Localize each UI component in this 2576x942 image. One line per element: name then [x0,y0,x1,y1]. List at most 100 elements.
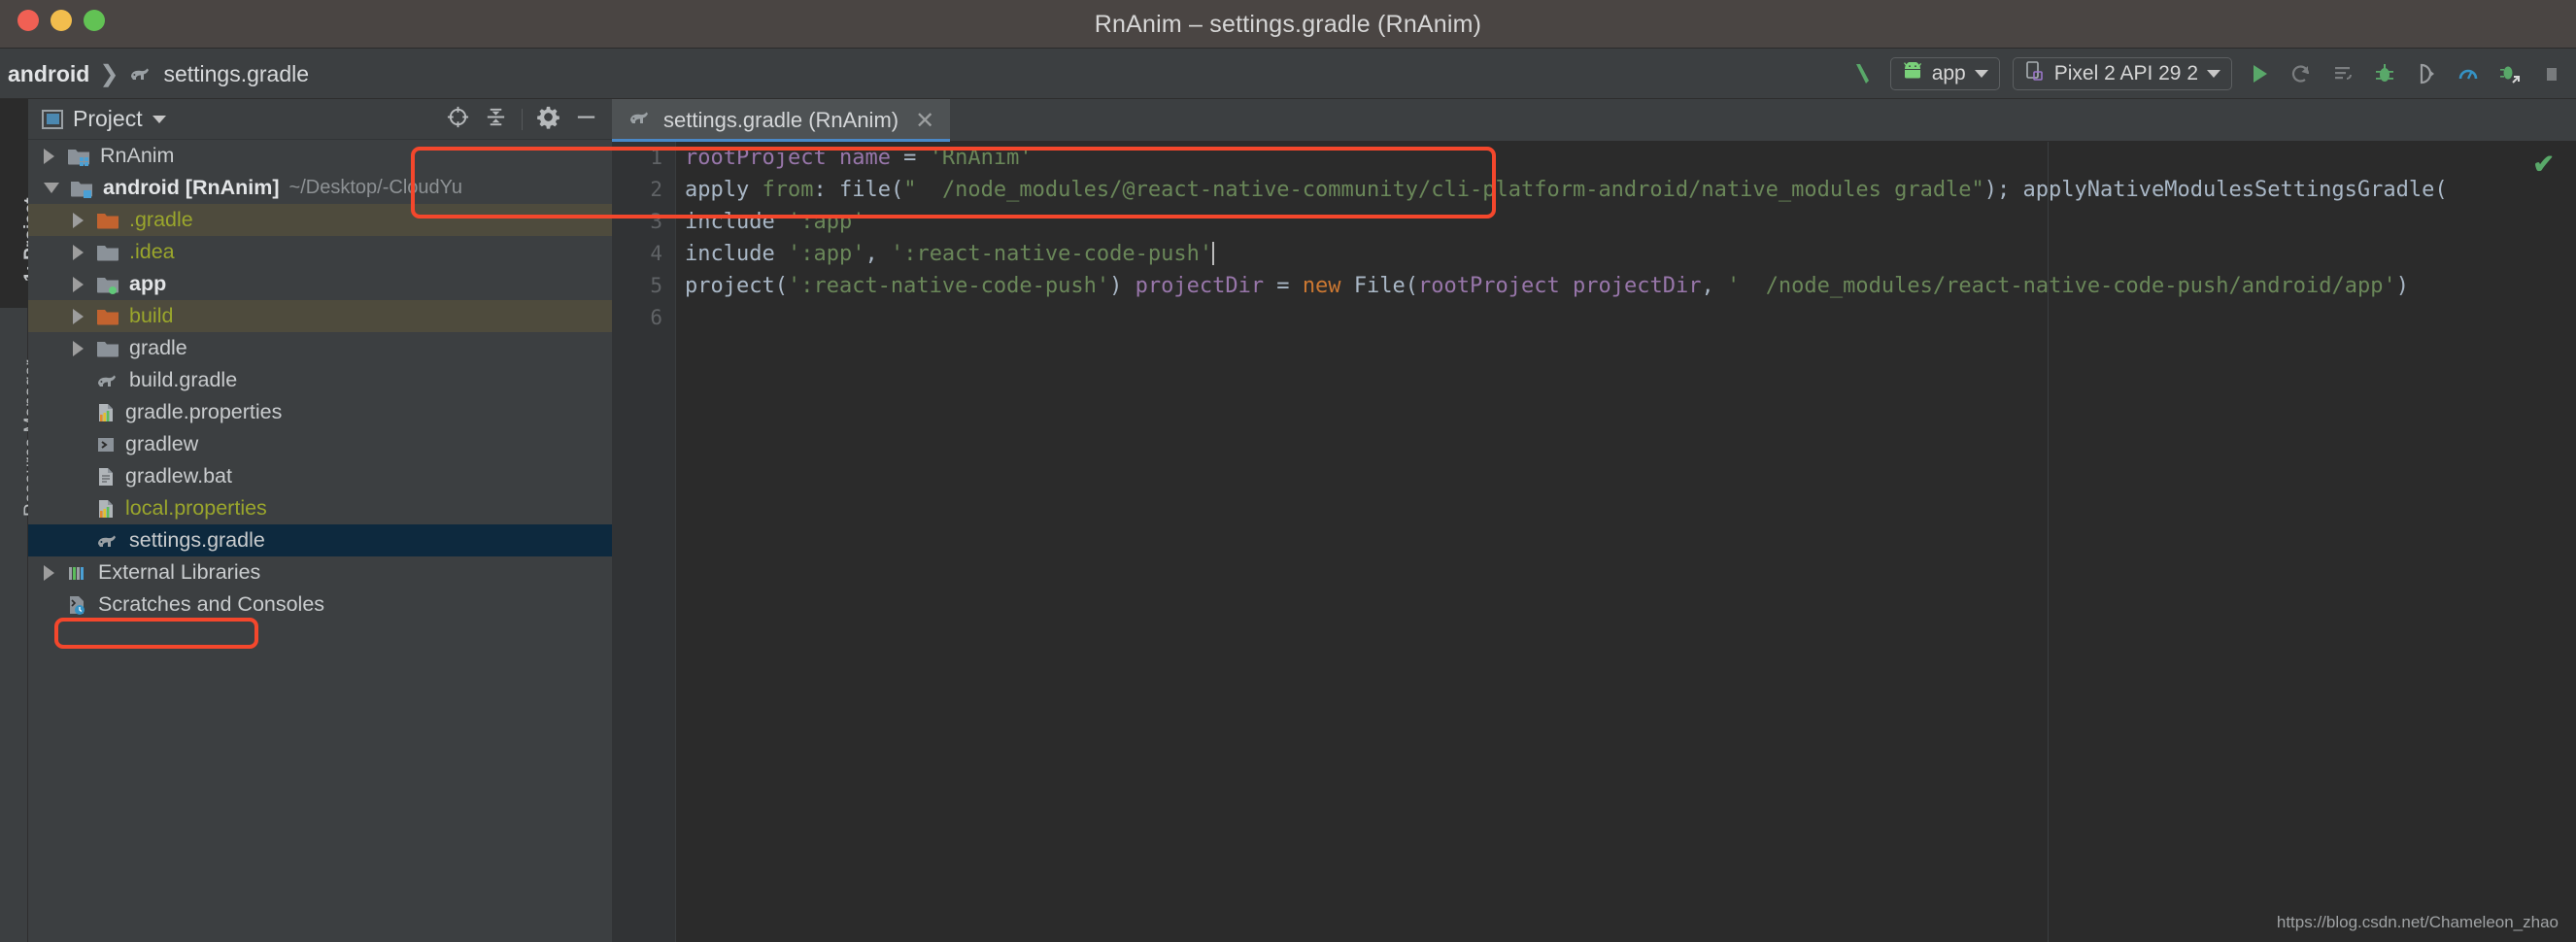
toolbar-divider [522,108,523,130]
tree-row-dot-gradle[interactable]: .gradle [28,204,612,236]
tree-row-build[interactable]: build [28,300,612,332]
breadcrumb-item-android[interactable]: android [8,61,89,87]
expand-arrow-icon[interactable] [73,308,84,324]
gradle-file-icon [95,370,120,391]
tree-row-label: local.properties [125,496,267,520]
editor-tab-label: settings.gradle (RnAnim) [663,108,899,132]
code-line-6[interactable] [685,302,2576,334]
module-selector-combo[interactable]: app [1889,57,2000,90]
code-token: projectDir [1573,274,1702,298]
tree-row-scratches-and-consoles[interactable]: Scratches and Consoles [28,589,612,621]
code-line-4[interactable]: include ':app', ':react-native-code-push… [685,238,2576,270]
tree-row-settings-gradle[interactable]: settings.gradle [28,524,612,556]
tree-row-label: External Libraries [98,560,261,584]
tree-row-android[interactable]: android [RnAnim] ~/Desktop/-CloudYu [28,172,612,204]
tree-row-external-libraries[interactable]: External Libraries [28,556,612,589]
tool-window-tab-project[interactable]: 1: Project [0,99,42,308]
expand-arrow-icon[interactable] [73,340,84,356]
tree-row-app[interactable]: app [28,268,612,300]
gradle-file-icon [95,530,120,552]
code-token: ' /node_modules/react-native-code-push/a… [1726,274,2396,298]
code-token: : [813,178,839,202]
line-number: 2 [650,178,662,201]
code-token: = [1264,274,1303,298]
editor-gutter[interactable]: 1 2 3 4 5 6 [612,142,676,942]
chevron-down-icon [152,115,166,123]
code-token: applyNativeModulesSettingsGradle( [2022,178,2448,202]
properties-file-icon [95,498,117,520]
editor-tab-strip: settings.gradle (RnAnim) ✕ [612,99,2576,142]
code-token: ); [1983,178,2023,202]
tree-row-build-gradle[interactable]: build.gradle [28,364,612,396]
code-line-3[interactable]: include ':app' [685,206,2576,238]
tree-row-label: Scratches and Consoles [98,592,325,616]
device-phone-icon [2024,60,2046,87]
expand-arrow-icon[interactable] [44,564,54,581]
project-panel-header: Project [28,99,612,140]
editor-tab-settings-gradle[interactable]: settings.gradle (RnAnim) ✕ [612,99,951,142]
tree-row-label: gradlew.bat [125,464,232,488]
tree-row-label: gradle [129,336,187,359]
project-panel-title: Project [73,106,143,131]
project-tool-window: Project RnAnim android [RnAnim] ~/Deskto… [28,99,612,942]
attach-debugger-button[interactable] [2412,59,2441,88]
collapse-arrow-icon[interactable] [44,183,59,193]
code-token: from [762,178,814,202]
code-token: name [838,146,891,170]
code-token: ( [774,274,788,298]
text-file-icon [95,466,117,488]
tree-row-label: build.gradle [129,368,238,391]
code-token: ( [890,178,904,202]
tree-row-dot-idea[interactable]: .idea [28,236,612,268]
close-tab-icon[interactable]: ✕ [915,107,934,135]
tree-row-gradlew-bat[interactable]: gradlew.bat [28,460,612,492]
device-selector-combo[interactable]: Pixel 2 API 29 2 [2012,57,2232,90]
window-title: RnAnim – settings.gradle (RnAnim) [1094,11,1482,38]
project-view-icon [42,109,63,129]
stop-button[interactable] [2537,59,2566,88]
run-with-coverage-button[interactable] [2495,59,2525,88]
code-line-2[interactable]: apply from: file(" /node_modules/@react-… [685,174,2576,206]
excluded-folder-icon [95,210,120,231]
tree-row-label: app [129,272,167,295]
code-line-5[interactable]: project(':react-native-code-push') proje… [685,270,2576,302]
settings-gear-icon[interactable] [536,105,560,134]
tree-row-label: .gradle [129,208,193,231]
expand-arrow-icon[interactable] [73,244,84,260]
select-opened-file-icon[interactable] [446,105,470,134]
gradle-file-icon [128,64,153,84]
apply-changes-button[interactable] [2287,59,2316,88]
debug-button[interactable] [2370,59,2399,88]
shell-script-icon [95,434,117,455]
tree-row-gradle[interactable]: gradle [28,332,612,364]
code-token: , [864,242,891,266]
code-line-1[interactable]: rootProject name = 'RnAnim' [685,142,2576,174]
run-button[interactable] [2245,59,2274,88]
profiler-button[interactable] [2454,59,2483,88]
collapse-all-icon[interactable] [484,105,508,134]
expand-arrow-icon[interactable] [73,212,84,228]
code-token: ':react-native-code-push' [890,242,1213,266]
tree-row-gradle-properties[interactable]: gradle.properties [28,396,612,428]
scratches-icon [66,594,89,616]
build-hammer-icon[interactable] [1848,59,1878,88]
apply-code-changes-button[interactable] [2328,59,2357,88]
tree-row-rnanim[interactable]: RnAnim [28,140,612,172]
hide-panel-icon[interactable] [574,105,598,134]
no-problems-check-icon[interactable]: ✔ [2532,150,2555,180]
code-content[interactable]: rootProject name = 'RnAnim' apply from: … [676,142,2576,942]
expand-arrow-icon[interactable] [44,148,54,164]
tree-row-local-properties[interactable]: local.properties [28,492,612,524]
editor-area: settings.gradle (RnAnim) ✕ 1 2 3 4 5 6 r… [612,99,2576,942]
left-tool-window-bar: 1: Project Resource Manager [0,99,42,942]
breadcrumb-item-file[interactable]: settings.gradle [163,61,309,87]
code-token: = [890,146,930,170]
tree-row-gradlew[interactable]: gradlew [28,428,612,460]
expand-arrow-icon[interactable] [73,276,84,292]
project-file-tree[interactable]: RnAnim android [RnAnim] ~/Desktop/-Cloud… [28,140,612,942]
breadcrumb-separator-icon: ❯ [99,60,119,87]
project-view-selector[interactable]: Project [42,106,166,132]
